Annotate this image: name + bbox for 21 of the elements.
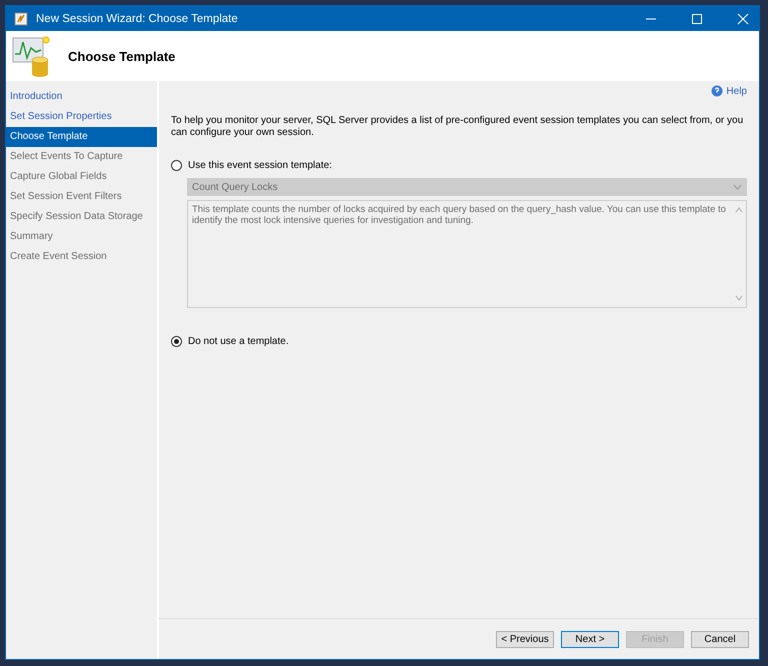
caret-icon [733, 184, 742, 190]
radio-button[interactable] [171, 160, 182, 171]
intro-text: To help you monitor your server, SQL Server provides a list of pre-configured event session templates you can select from, or you can configure your own session. [171, 115, 744, 139]
sidebar-item[interactable]: Introduction [6, 87, 157, 107]
wizard-button[interactable]: < Previous [496, 630, 554, 648]
sidebar-item[interactable]: Set Session Properties [6, 107, 157, 127]
radio-label: Do not use a template. [188, 336, 289, 347]
radio-label: Use this event session template: [188, 160, 332, 171]
chart-database-icon [12, 34, 52, 78]
app-icon [14, 12, 28, 26]
page-title: Choose Template [68, 48, 176, 64]
wizard-button[interactable]: Cancel [691, 630, 749, 648]
radio-button[interactable] [171, 336, 182, 347]
close-icon[interactable] [737, 12, 749, 24]
sidebar-item[interactable]: Choose Template [6, 127, 157, 147]
help-icon [711, 85, 724, 97]
window-title: New Session Wizard: Choose Template [36, 12, 239, 24]
help-link[interactable]: Help [711, 85, 747, 97]
maximize-icon[interactable] [691, 12, 703, 24]
description-box: This template counts the number of locks acquired by each query based on the query_hash value. You can use this template to identify the most lock intensive queries for investigation and tuning. [187, 200, 747, 308]
wizard-button[interactable]: Next > [561, 630, 619, 648]
